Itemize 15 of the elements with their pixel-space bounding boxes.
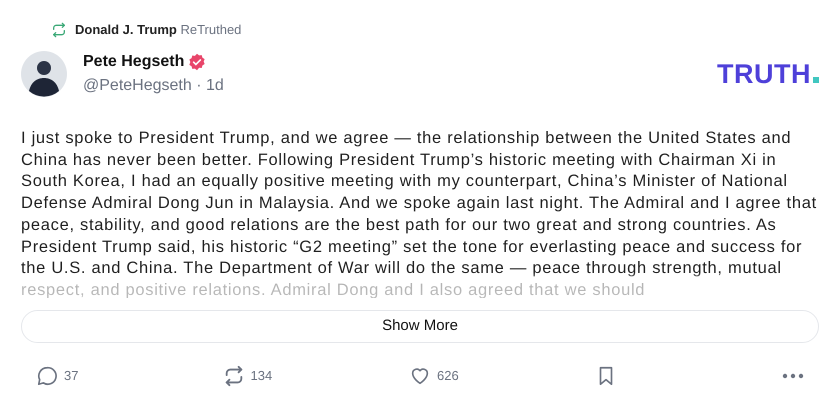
author-name: Pete Hegseth [83,52,184,72]
more-button[interactable] [782,373,804,379]
more-icon [782,373,804,379]
repost-label: Donald J. Trump ReTruthed [75,21,242,40]
reply-button[interactable]: 37 [36,365,78,387]
like-button[interactable]: 626 [409,365,459,387]
post-text: I just spoke to President Trump, and we agree — the relationship between the United States and China has never been better. Following President Trump’s historic meeting with Chairman Xi in South Korea, I had an equally positive meeting with my counterpart, China’s Minister of National Defense Admiral Dong Jun in Malaysia. And we spoke again last night. The Admiral and I agree that peace, stability, and good relations are the best path for our two great and strong countries. As President Trump said, his historic “G2 meeting” set the tone for everlasting peace and success for the U.S. and China. The Department of War will do the same — peace through strength, mutual respect, and positive relations. Admiral Dong and I also agreed that we should [21,128,818,298]
show-more-button[interactable]: Show More [21,310,819,343]
repost-icon [51,22,67,38]
repost-icon [222,365,244,387]
logo: TRUTH [717,60,819,88]
avatar [21,51,67,97]
speech-bubble-icon [36,365,58,387]
handle-and-time: @PeteHegseth · 1d [83,76,224,96]
repost-button[interactable]: 134 [222,365,272,387]
